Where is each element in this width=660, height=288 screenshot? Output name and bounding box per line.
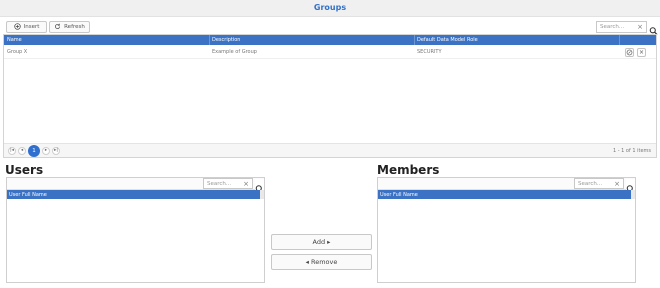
edit-icon [626, 49, 633, 58]
users-search-input[interactable] [207, 180, 241, 188]
scrollbar[interactable] [260, 190, 264, 199]
column-divider[interactable] [619, 35, 620, 45]
users-title: Users [5, 163, 44, 177]
refresh-button[interactable]: Refresh [49, 21, 90, 33]
pager-info: 1 - 1 of 1 items [612, 148, 651, 154]
last-page-icon[interactable]: ▸| [52, 147, 60, 155]
column-header-role[interactable]: Default Data Model Role [417, 37, 478, 43]
grid-toolbar: Insert Refresh × [3, 21, 658, 35]
table-row[interactable]: Group X Example of Group SECURITY × [4, 45, 656, 59]
plus-circle-icon [13, 22, 21, 32]
clear-search-icon[interactable]: × [637, 23, 643, 31]
refresh-icon [54, 23, 61, 32]
members-title: Members [377, 163, 440, 177]
groups-grid: Name Description Default Data Model Role… [3, 34, 657, 158]
users-list-panel: × User Full Name [6, 177, 265, 283]
column-header-user-full-name[interactable]: User Full Name [380, 192, 418, 198]
column-header-name[interactable]: Name [7, 37, 22, 43]
members-list-panel: × User Full Name [377, 177, 636, 283]
insert-label: Insert [23, 24, 40, 30]
users-list-header: User Full Name [7, 190, 264, 199]
users-search-box: × [203, 178, 253, 189]
grid-search-input[interactable] [600, 23, 635, 31]
column-divider[interactable] [209, 35, 210, 45]
grid-search-box: × [596, 21, 647, 33]
members-search-input[interactable] [578, 180, 612, 188]
users-search-bar: × [7, 178, 264, 193]
page-title: Groups [313, 3, 347, 12]
prev-page-icon[interactable]: ◂ [18, 147, 26, 155]
column-header-user-full-name[interactable]: User Full Name [9, 192, 47, 198]
delete-row-button[interactable]: × [637, 48, 646, 57]
grid-header: Name Description Default Data Model Role [4, 35, 656, 45]
refresh-label: Refresh [64, 24, 85, 30]
close-icon: × [638, 49, 645, 56]
scrollbar[interactable] [631, 190, 635, 199]
column-divider[interactable] [414, 35, 415, 45]
insert-button[interactable]: Insert [6, 21, 47, 33]
page-number-current[interactable]: 1 [28, 145, 40, 157]
cell-role: SECURITY [417, 49, 442, 55]
members-list-header: User Full Name [378, 190, 635, 199]
edit-row-button[interactable] [625, 48, 634, 57]
search-icon[interactable] [649, 21, 658, 35]
members-search-bar: × [378, 178, 635, 193]
next-page-icon[interactable]: ▸ [42, 147, 50, 155]
members-search-box: × [574, 178, 624, 189]
first-page-icon[interactable]: |◂ [8, 147, 16, 155]
remove-button[interactable]: ◂ Remove [271, 254, 372, 270]
cell-name: Group X [7, 49, 28, 55]
grid-pager: |◂ ◂ 1 ▸ ▸| 1 - 1 of 1 items [4, 143, 656, 157]
cell-description: Example of Group [212, 49, 257, 55]
clear-search-icon[interactable]: × [614, 180, 620, 188]
clear-search-icon[interactable]: × [243, 180, 249, 188]
add-button[interactable]: Add ▸ [271, 234, 372, 250]
column-header-description[interactable]: Description [212, 37, 240, 43]
title-bar: Groups [0, 0, 660, 17]
